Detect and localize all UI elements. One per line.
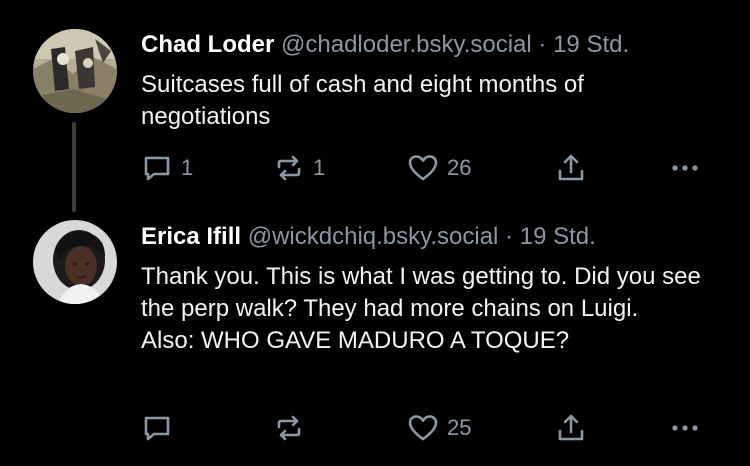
speech-bubble-icon — [144, 156, 170, 181]
post-text: Suitcases full of cash and eight months … — [141, 69, 720, 133]
reply-button[interactable] — [141, 410, 181, 446]
post-header: Erica Ifill @wickdchiq.bsky.social · 19 … — [141, 222, 720, 252]
avatar-image — [33, 29, 117, 113]
heart-icon — [408, 415, 438, 441]
share-upload-icon — [558, 414, 584, 441]
separator-dot: · — [538, 31, 547, 58]
ellipsis-icon — [672, 425, 698, 431]
repost-count: 1 — [313, 155, 326, 180]
repost-button[interactable] — [273, 410, 313, 446]
post-text-line: Suitcases full of cash and eight months … — [141, 71, 584, 130]
author-name[interactable]: Chad Loder — [141, 31, 274, 58]
thread-line — [72, 122, 76, 212]
speech-bubble-icon — [144, 416, 170, 441]
post-header: Chad Loder @chadloder.bsky.social · 19 S… — [141, 30, 720, 60]
ellipsis-icon — [672, 165, 698, 171]
reply-count: 1 — [181, 155, 194, 180]
share-button[interactable] — [555, 150, 587, 186]
author-name[interactable]: Erica Ifill — [141, 223, 241, 250]
separator-dot: · — [505, 223, 514, 250]
avatar-image — [33, 220, 117, 304]
like-count: 26 — [447, 155, 472, 180]
post-text: Thank you. This is what I was getting to… — [141, 261, 720, 357]
like-button[interactable]: 25 — [407, 410, 471, 446]
heart-icon — [408, 155, 438, 181]
repost-button[interactable]: 1 — [273, 150, 325, 186]
avatar[interactable] — [33, 220, 117, 304]
post-content: Chad Loder @chadloder.bsky.social · 19 S… — [141, 30, 720, 133]
author-handle[interactable]: @wickdchiq.bsky.social — [248, 223, 499, 250]
post-actions: 1 1 26 — [141, 150, 721, 186]
post-text-line: Thank you. This is what I was getting to… — [141, 263, 701, 322]
more-options-button[interactable] — [667, 150, 703, 186]
repost-arrows-icon — [277, 415, 301, 441]
post-time[interactable]: 19 Std. — [520, 223, 596, 250]
like-button[interactable]: 26 — [407, 150, 471, 186]
post-content: Erica Ifill @wickdchiq.bsky.social · 19 … — [141, 222, 720, 357]
repost-arrows-icon — [277, 155, 301, 181]
more-options-button[interactable] — [667, 410, 703, 446]
share-button[interactable] — [555, 410, 587, 446]
reply-button[interactable]: 1 — [141, 150, 193, 186]
post-erica-ifill[interactable]: Erica Ifill @wickdchiq.bsky.social · 19 … — [0, 200, 750, 466]
avatar[interactable] — [33, 29, 117, 113]
like-count: 25 — [447, 415, 472, 440]
author-handle[interactable]: @chadloder.bsky.social — [281, 31, 532, 58]
share-upload-icon — [558, 154, 584, 181]
post-actions: 25 — [141, 410, 721, 446]
post-chad-loder[interactable]: Chad Loder @chadloder.bsky.social · 19 S… — [0, 0, 750, 212]
post-text-line: Also: WHO GAVE MADURO A TOQUE? — [141, 327, 570, 354]
post-time[interactable]: 19 Std. — [553, 31, 629, 58]
